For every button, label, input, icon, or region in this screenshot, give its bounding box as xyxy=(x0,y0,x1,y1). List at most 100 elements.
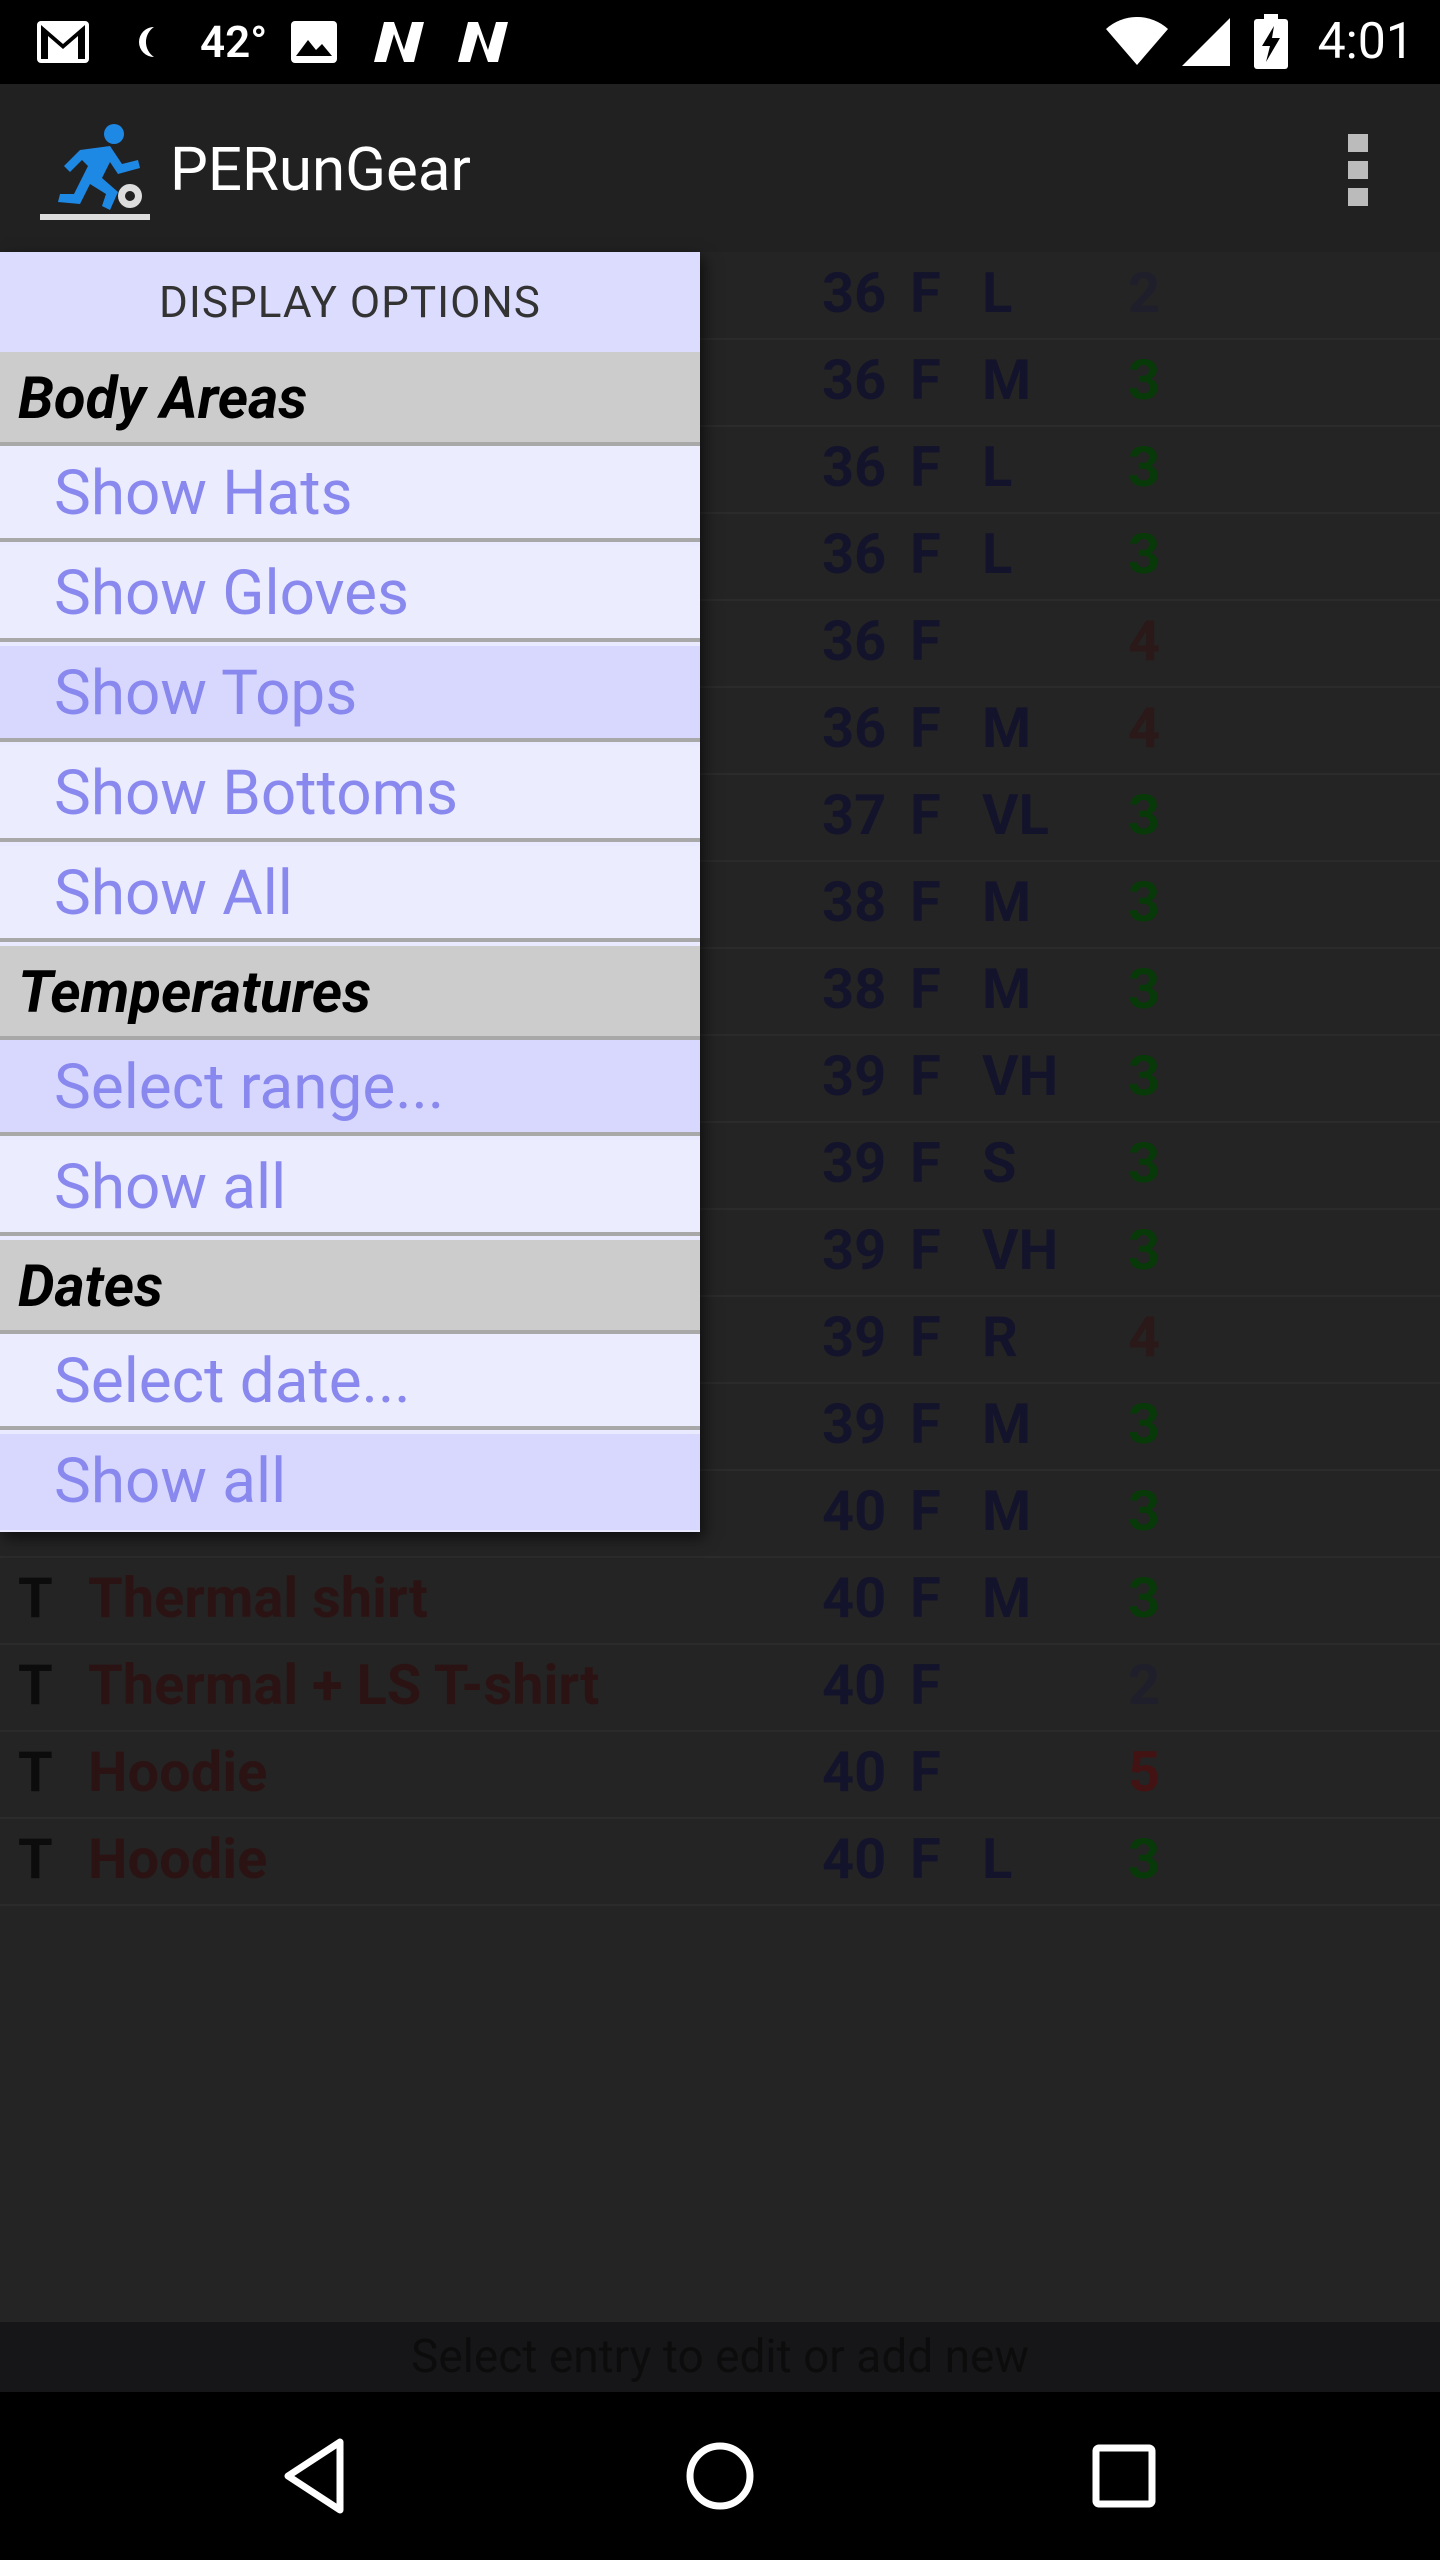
category-cell: T xyxy=(18,1739,53,1805)
feel-cell: M xyxy=(982,347,1032,413)
image-icon xyxy=(290,14,338,70)
unit-cell: F xyxy=(910,260,941,326)
temperature-cell: 39 xyxy=(822,1130,887,1196)
rating-cell: 3 xyxy=(1128,1043,1161,1109)
unit-cell: F xyxy=(910,1739,941,1805)
unit-cell: F xyxy=(910,1652,941,1718)
rating-cell: 4 xyxy=(1128,608,1161,674)
rating-cell: 3 xyxy=(1128,956,1161,1022)
feel-cell: VH xyxy=(982,1217,1059,1283)
rating-cell: 3 xyxy=(1128,869,1161,935)
unit-cell: F xyxy=(910,1304,941,1370)
unit-cell: F xyxy=(910,1391,941,1457)
status-temperature: 42° xyxy=(200,16,268,68)
rating-cell: 4 xyxy=(1128,1304,1161,1370)
menu-item-show-all-dates[interactable]: Show all xyxy=(0,1434,700,1530)
unit-cell: F xyxy=(910,608,941,674)
feel-cell: M xyxy=(982,695,1032,761)
temperature-cell: 36 xyxy=(822,521,887,587)
unit-cell: F xyxy=(910,521,941,587)
feel-cell: M xyxy=(982,1478,1032,1544)
temperature-cell: 39 xyxy=(822,1043,887,1109)
unit-cell: F xyxy=(910,956,941,1022)
rating-cell: 3 xyxy=(1128,434,1161,500)
rating-cell: 3 xyxy=(1128,521,1161,587)
feel-cell: M xyxy=(982,1391,1032,1457)
status-clock: 4:01 xyxy=(1317,13,1414,71)
section-header-body-areas: Body Areas xyxy=(0,352,700,446)
temperature-cell: 38 xyxy=(822,869,887,935)
feel-cell: M xyxy=(982,869,1032,935)
feel-cell: M xyxy=(982,1565,1032,1631)
rating-cell: 3 xyxy=(1128,1217,1161,1283)
battery-charging-icon xyxy=(1252,14,1290,70)
feel-cell: S xyxy=(982,1130,1017,1196)
rating-cell: 4 xyxy=(1128,695,1161,761)
menu-item-show-bottoms[interactable]: Show Bottoms xyxy=(0,746,700,842)
status-bar: 42° 4:01 xyxy=(0,0,1440,84)
display-options-menu: DISPLAY OPTIONS Body Areas Show Hats Sho… xyxy=(0,252,700,1532)
menu-item-show-all-body[interactable]: Show All xyxy=(0,846,700,942)
category-cell: T xyxy=(18,1826,53,1892)
recents-icon[interactable] xyxy=(1074,2426,1174,2526)
table-row[interactable]: T Thermal shirt 40 FM 3 xyxy=(0,1557,1440,1645)
section-header-temperatures: Temperatures xyxy=(0,946,700,1040)
overflow-menu-icon[interactable] xyxy=(1346,132,1370,208)
unit-cell: F xyxy=(910,1043,941,1109)
menu-item-show-gloves[interactable]: Show Gloves xyxy=(0,546,700,642)
rating-cell: 3 xyxy=(1128,1826,1161,1892)
rating-cell: 2 xyxy=(1128,260,1161,326)
unit-cell: F xyxy=(910,1217,941,1283)
temperature-cell: 40 xyxy=(822,1478,887,1544)
temperature-cell: 36 xyxy=(822,695,887,761)
temperature-cell: 36 xyxy=(822,347,887,413)
notification-n-icon xyxy=(372,14,426,70)
feel-cell: VH xyxy=(982,1043,1059,1109)
back-icon[interactable] xyxy=(268,2426,368,2526)
menu-item-select-date[interactable]: Select date... xyxy=(0,1334,700,1430)
notification-n-icon-2 xyxy=(456,14,510,70)
unit-cell: F xyxy=(910,347,941,413)
table-row[interactable]: T Hoodie 40 F 5 xyxy=(0,1731,1440,1819)
unit-cell: F xyxy=(910,434,941,500)
category-cell: T xyxy=(18,1565,53,1631)
description-cell: Thermal shirt xyxy=(88,1565,428,1631)
unit-cell: F xyxy=(910,1826,941,1892)
temperature-cell: 36 xyxy=(822,608,887,674)
feel-cell: M xyxy=(982,956,1032,1022)
temperature-cell: 40 xyxy=(822,1739,887,1805)
footer-hint: Select entry to edit or add new xyxy=(0,2322,1440,2392)
feel-cell: VL xyxy=(982,782,1049,848)
unit-cell: F xyxy=(910,1130,941,1196)
temperature-cell: 38 xyxy=(822,956,887,1022)
menu-title: DISPLAY OPTIONS xyxy=(0,252,700,352)
temperature-cell: 39 xyxy=(822,1304,887,1370)
home-icon[interactable] xyxy=(670,2426,770,2526)
table-row[interactable]: T Hoodie 40 F L 3 xyxy=(0,1818,1440,1906)
gmail-icon xyxy=(36,14,90,70)
rating-cell: 3 xyxy=(1128,782,1161,848)
feel-cell: R xyxy=(982,1304,1018,1370)
menu-item-show-hats[interactable]: Show Hats xyxy=(0,446,700,542)
navigation-bar xyxy=(0,2392,1440,2560)
cell-signal-icon xyxy=(1180,14,1232,70)
rating-cell: 3 xyxy=(1128,347,1161,413)
menu-item-show-tops[interactable]: Show Tops xyxy=(0,646,700,742)
temperature-cell: 40 xyxy=(822,1826,887,1892)
menu-item-show-all-temperatures[interactable]: Show all xyxy=(0,1140,700,1236)
temperature-cell: 36 xyxy=(822,260,887,326)
rating-cell: 3 xyxy=(1128,1478,1161,1544)
rating-cell: 3 xyxy=(1128,1391,1161,1457)
unit-cell: F xyxy=(910,1565,941,1631)
category-cell: T xyxy=(18,1652,53,1718)
app-bar: PERunGear xyxy=(0,84,1440,252)
menu-item-select-range[interactable]: Select range... xyxy=(0,1040,700,1136)
rating-cell: 5 xyxy=(1128,1739,1161,1805)
table-row[interactable]: T Thermal + LS T-shirt 40 F 2 xyxy=(0,1644,1440,1732)
feel-cell: L xyxy=(982,434,1013,500)
unit-cell: F xyxy=(910,695,941,761)
temperature-cell: 36 xyxy=(822,434,887,500)
temperature-cell: 40 xyxy=(822,1565,887,1631)
unit-cell: F xyxy=(910,869,941,935)
wifi-icon xyxy=(1104,14,1170,70)
